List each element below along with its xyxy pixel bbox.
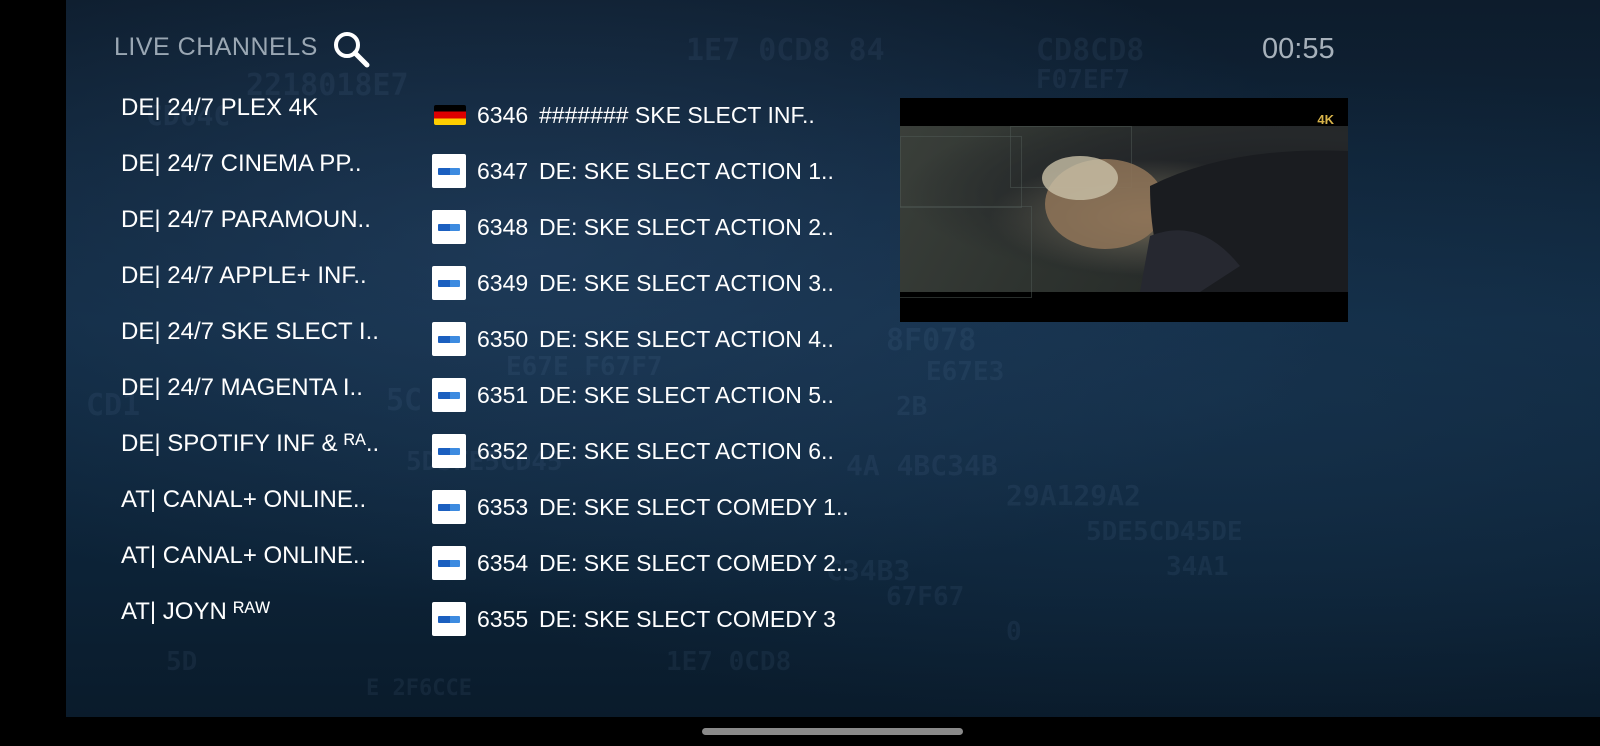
channel-logo-icon	[432, 322, 466, 356]
video-preview[interactable]: 4K	[900, 98, 1348, 322]
search-icon[interactable]	[330, 28, 374, 72]
svg-text:2B: 2B	[896, 392, 927, 422]
channel-number: 6354	[477, 550, 529, 576]
channel-number: 6347	[477, 158, 529, 184]
svg-text:34A1: 34A1	[1166, 552, 1229, 582]
channel-list[interactable]: 6346 ####### SKE SLECT INF.. 6347 DE: SK…	[430, 92, 890, 639]
channel-logo-icon	[432, 602, 466, 636]
iptv-app: 2218018E7 1E7 0CD8 84 CD8CD8 F07EF7 CD64…	[66, 0, 1600, 717]
channel-name: DE: SKE SLECT ACTION 6..	[539, 438, 834, 464]
channel-logo-icon	[432, 546, 466, 580]
channel-logo-icon	[432, 266, 466, 300]
channel-row[interactable]: 6351 DE: SKE SLECT ACTION 5..	[430, 375, 890, 415]
svg-text:8F078: 8F078	[886, 323, 976, 358]
channel-number: 6348	[477, 214, 529, 240]
category-item[interactable]: DE| 24/7 PARAMOUN..	[121, 200, 421, 240]
home-indicator-bar[interactable]	[702, 728, 963, 735]
clock: 00:55	[1262, 33, 1335, 65]
channel-number: 6353	[477, 494, 529, 520]
video-frame	[900, 126, 1348, 298]
svg-text:1E7 0CD8: 1E7 0CD8	[666, 647, 791, 677]
channel-logo-icon	[432, 210, 466, 244]
channel-name: ####### SKE SLECT INF..	[539, 102, 815, 128]
channel-number: 6350	[477, 326, 529, 352]
svg-text:E 2F6CCE: E 2F6CCE	[366, 676, 472, 701]
channel-row[interactable]: 6355 DE: SKE SLECT COMEDY 3	[430, 599, 890, 639]
page-title: LIVE CHANNELS	[114, 33, 318, 61]
category-list[interactable]: DE| 24/7 PLEX 4K DE| 24/7 CINEMA PP.. DE…	[121, 82, 421, 640]
channel-number: 6352	[477, 438, 529, 464]
channel-row[interactable]: 6349 DE: SKE SLECT ACTION 3..	[430, 263, 890, 303]
4k-badge: 4K	[1317, 112, 1334, 127]
channel-name: DE: SKE SLECT ACTION 2..	[539, 214, 834, 240]
svg-text:5D: 5D	[166, 647, 197, 677]
channel-number: 6349	[477, 270, 529, 296]
channel-row[interactable]: 6348 DE: SKE SLECT ACTION 2..	[430, 207, 890, 247]
channel-row[interactable]: 6350 DE: SKE SLECT ACTION 4..	[430, 319, 890, 359]
category-item[interactable]: DE| 24/7 MAGENTA I..	[121, 368, 421, 408]
channel-logo-icon	[432, 490, 466, 524]
channel-logo-icon	[432, 434, 466, 468]
svg-text:F07EF7: F07EF7	[1036, 65, 1130, 95]
channel-name: DE: SKE SLECT COMEDY 2..	[539, 550, 849, 576]
germany-flag-icon	[434, 105, 466, 125]
svg-text:67F67: 67F67	[886, 582, 964, 612]
channel-row[interactable]: 6346 ####### SKE SLECT INF..	[430, 95, 890, 135]
category-item[interactable]: AT| CANAL+ ONLINE..	[121, 480, 421, 520]
category-item[interactable]: AT| JOYN ᴿᴬᵂ	[121, 592, 421, 632]
category-item[interactable]: DE| 24/7 APPLE+ INF..	[121, 256, 421, 296]
svg-text:CD8CD8: CD8CD8	[1036, 33, 1144, 68]
channel-name: DE: SKE SLECT COMEDY 3	[539, 606, 836, 632]
category-item[interactable]: DE| 24/7 PLEX 4K	[121, 88, 421, 128]
category-item[interactable]: DE| 24/7 CINEMA PP..	[121, 144, 421, 184]
category-item[interactable]: DE| SPOTIFY INF & ᴿᴬ..	[121, 424, 421, 464]
category-item[interactable]: AT| CANAL+ ONLINE..	[121, 536, 421, 576]
svg-text:0: 0	[1006, 617, 1022, 647]
channel-name: DE: SKE SLECT ACTION 1..	[539, 158, 834, 184]
channel-name: DE: SKE SLECT ACTION 3..	[539, 270, 834, 296]
svg-text:29A129A2: 29A129A2	[1006, 479, 1141, 512]
channel-row[interactable]: 6353 DE: SKE SLECT COMEDY 1..	[430, 487, 890, 527]
svg-text:5DE5CD45DE: 5DE5CD45DE	[1086, 517, 1243, 547]
svg-text:E67E3: E67E3	[926, 357, 1004, 387]
channel-name: DE: SKE SLECT ACTION 4..	[539, 326, 834, 352]
channel-row[interactable]: 6354 DE: SKE SLECT COMEDY 2..	[430, 543, 890, 583]
category-item[interactable]: DE| 24/7 SKE SLECT I..	[121, 312, 421, 352]
svg-text:1E7 0CD8 84: 1E7 0CD8 84	[686, 33, 885, 68]
channel-number: 6351	[477, 382, 529, 408]
channel-row[interactable]: 6352 DE: SKE SLECT ACTION 6..	[430, 431, 890, 471]
channel-number: 6346	[477, 102, 529, 128]
channel-logo-icon	[432, 378, 466, 412]
channel-name: DE: SKE SLECT ACTION 5..	[539, 382, 834, 408]
channel-logo-icon	[432, 154, 466, 188]
channel-row[interactable]: 6347 DE: SKE SLECT ACTION 1..	[430, 151, 890, 191]
screen: 2218018E7 1E7 0CD8 84 CD8CD8 F07EF7 CD64…	[0, 0, 1600, 746]
channel-name: DE: SKE SLECT COMEDY 1..	[539, 494, 849, 520]
channel-number: 6355	[477, 606, 529, 632]
